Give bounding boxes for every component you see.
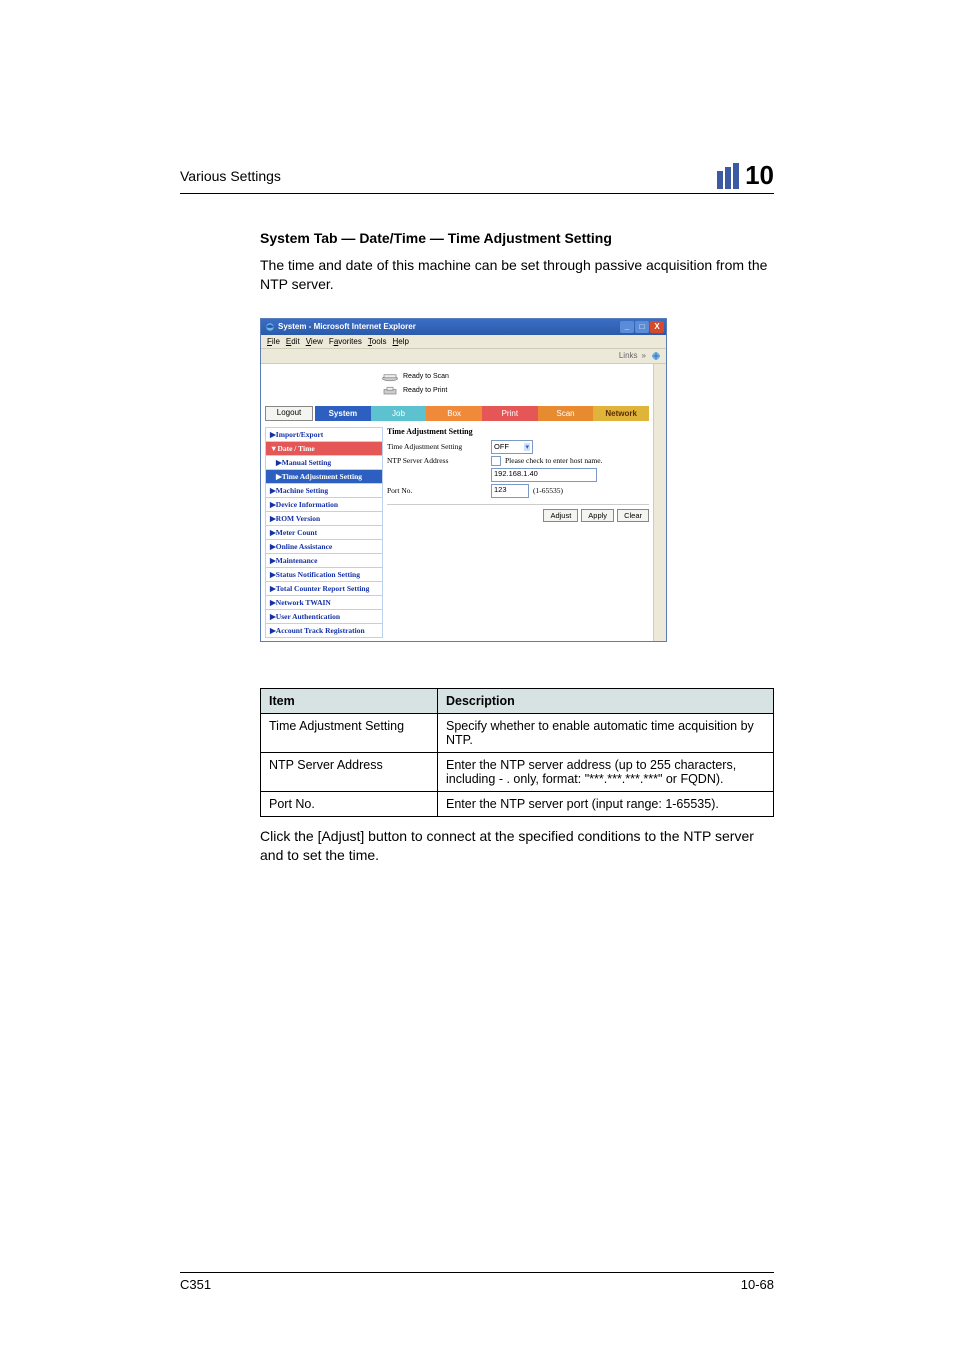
- sidebar-item-rom-version[interactable]: ▶ROM Version: [265, 511, 383, 526]
- maximize-button[interactable]: □: [635, 321, 649, 333]
- tab-box[interactable]: Box: [426, 406, 482, 421]
- printer-icon: [381, 386, 399, 396]
- tab-system[interactable]: System: [315, 406, 371, 421]
- screenshot-window: System - Microsoft Internet Explorer _ □…: [260, 318, 667, 642]
- menu-file[interactable]: File: [267, 337, 280, 346]
- port-range-label: (1-65535): [533, 486, 563, 495]
- ie-logo-icon: [265, 322, 275, 332]
- page-footer: C351 10-68: [180, 1272, 774, 1292]
- menu-view[interactable]: View: [306, 337, 323, 346]
- menu-favorites[interactable]: Favorites: [329, 337, 362, 346]
- tab-scan[interactable]: Scan: [538, 406, 594, 421]
- table-head-desc: Description: [438, 688, 774, 713]
- table-row: Port No. Enter the NTP server port (inpu…: [261, 791, 774, 816]
- links-chevron-icon[interactable]: »: [642, 351, 646, 360]
- sidebar-item-device-info[interactable]: ▶Device Information: [265, 497, 383, 512]
- table-head-item: Item: [261, 688, 438, 713]
- sidebar-item-manual-setting[interactable]: ▶Manual Setting: [265, 455, 383, 470]
- tas-label: Time Adjustment Setting: [387, 442, 487, 451]
- port-label: Port No.: [387, 486, 487, 495]
- menu-help[interactable]: Help: [393, 337, 409, 346]
- sidebar-item-maintenance[interactable]: ▶Maintenance: [265, 553, 383, 568]
- throbber-icon: [650, 350, 662, 362]
- menu-edit[interactable]: Edit: [286, 337, 300, 346]
- divider: [387, 504, 649, 505]
- menu-tools[interactable]: Tools: [368, 337, 387, 346]
- window-title: System - Microsoft Internet Explorer: [278, 322, 416, 331]
- sidebar-item-total-counter-report[interactable]: ▶Total Counter Report Setting: [265, 581, 383, 596]
- closing-paragraph: Click the [Adjust] button to connect at …: [260, 827, 774, 865]
- table-row: NTP Server Address Enter the NTP server …: [261, 752, 774, 791]
- running-head-left: Various Settings: [180, 168, 281, 184]
- sidebar-item-status-notification[interactable]: ▶Status Notification Setting: [265, 567, 383, 582]
- tab-job[interactable]: Job: [371, 406, 427, 421]
- sidebar-item-online-assistance[interactable]: ▶Online Assistance: [265, 539, 383, 554]
- close-button[interactable]: X: [650, 321, 664, 333]
- hostname-checkbox[interactable]: [491, 456, 501, 466]
- device-status: Ready to Scan Ready to Print: [261, 364, 653, 406]
- apply-button[interactable]: Apply: [581, 509, 614, 522]
- sidebar-item-machine-setting[interactable]: ▶Machine Setting: [265, 483, 383, 498]
- sidebar-item-meter-count[interactable]: ▶Meter Count: [265, 525, 383, 540]
- chapter-number: 10: [745, 160, 774, 191]
- tab-network[interactable]: Network: [593, 406, 649, 421]
- chevron-down-icon: ▾: [524, 443, 530, 451]
- description-table: Item Description Time Adjustment Setting…: [260, 688, 774, 817]
- footer-right: 10-68: [741, 1277, 774, 1292]
- sidebar-item-time-adjustment[interactable]: ▶Time Adjustment Setting: [265, 469, 383, 484]
- ntp-label: NTP Server Address: [387, 456, 487, 465]
- form-panel: Time Adjustment Setting Time Adjustment …: [387, 427, 649, 637]
- sidebar: ▶Import/Export ▼Date / Time ▶Manual Sett…: [265, 427, 383, 637]
- links-toolbar: Links »: [261, 349, 666, 364]
- adjust-button[interactable]: Adjust: [543, 509, 578, 522]
- clear-button[interactable]: Clear: [617, 509, 649, 522]
- menu-bar: File Edit View Favorites Tools Help: [261, 335, 666, 349]
- hostname-check-label: Please check to enter host name.: [505, 456, 602, 465]
- links-label[interactable]: Links: [619, 351, 638, 360]
- minimize-button[interactable]: _: [620, 321, 634, 333]
- sidebar-item-account-track[interactable]: ▶Account Track Registration: [265, 623, 383, 638]
- sidebar-item-import-export[interactable]: ▶Import/Export: [265, 427, 383, 442]
- chapter-badge: 10: [717, 160, 774, 191]
- table-row: Time Adjustment Setting Specify whether …: [261, 713, 774, 752]
- print-status: Ready to Print: [403, 387, 447, 394]
- tab-print[interactable]: Print: [482, 406, 538, 421]
- scrollbar[interactable]: [653, 364, 666, 641]
- intro-paragraph: The time and date of this machine can be…: [260, 256, 774, 294]
- ntp-address-input[interactable]: 192.168.1.40: [491, 468, 597, 482]
- tas-select[interactable]: OFF▾: [491, 440, 533, 454]
- sidebar-item-network-twain[interactable]: ▶Network TWAIN: [265, 595, 383, 610]
- form-heading: Time Adjustment Setting: [387, 427, 649, 436]
- sidebar-item-user-auth[interactable]: ▶User Authentication: [265, 609, 383, 624]
- port-input[interactable]: 123: [491, 484, 529, 498]
- section-title: System Tab — Date/Time — Time Adjustment…: [260, 230, 774, 246]
- scan-status: Ready to Scan: [403, 373, 449, 380]
- scanner-icon: [381, 372, 399, 382]
- footer-left: C351: [180, 1277, 211, 1292]
- window-titlebar: System - Microsoft Internet Explorer _ □…: [261, 319, 666, 335]
- logout-button[interactable]: Logout: [265, 406, 313, 421]
- sidebar-item-date-time[interactable]: ▼Date / Time: [265, 441, 383, 456]
